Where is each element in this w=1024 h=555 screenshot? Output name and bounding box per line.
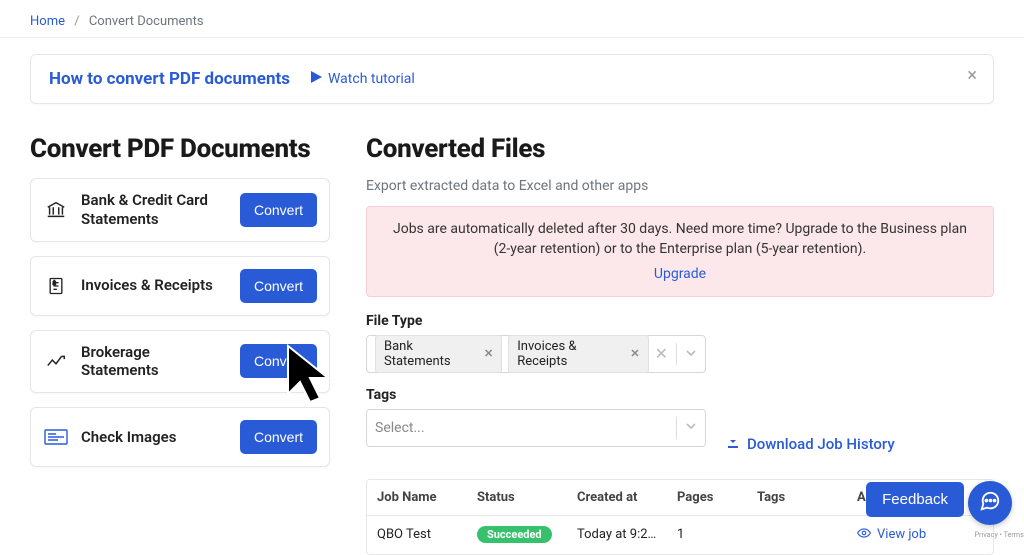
divider (676, 343, 677, 365)
doc-card-label: Bank & Credit Card Statements (81, 191, 228, 229)
convert-button[interactable]: Convert (240, 193, 317, 227)
svg-text:$: $ (53, 280, 56, 287)
retention-alert: Jobs are automatically deleted after 30 … (366, 206, 994, 297)
chip-remove-icon[interactable]: ✕ (630, 347, 639, 360)
tutorial-title: How to convert PDF documents (49, 69, 290, 89)
breadcrumb-sep: / (74, 14, 79, 29)
brokerage-icon (43, 350, 69, 372)
th-status: Status (467, 480, 567, 515)
convert-button[interactable]: Convert (240, 269, 317, 303)
feedback-button[interactable]: Feedback (866, 482, 964, 517)
upgrade-link[interactable]: Upgrade (654, 264, 706, 284)
td-actions: View job (847, 516, 967, 554)
chip-label: Invoices & Receipts (517, 339, 624, 369)
doc-card-label: Invoices & Receipts (81, 276, 228, 295)
download-history-label: Download Job History (747, 435, 895, 453)
download-icon (726, 435, 740, 453)
status-badge: Succeeded (477, 526, 552, 543)
doc-card-bank: Bank & Credit Card Statements Convert (30, 178, 330, 242)
bank-icon (43, 199, 69, 221)
check-image-icon (43, 429, 69, 445)
td-created: Today at 9:26 … (567, 517, 667, 552)
download-history-link[interactable]: Download Job History (726, 435, 895, 453)
tags-placeholder: Select... (375, 420, 425, 436)
breadcrumb-current: Convert Documents (89, 14, 204, 29)
convert-button[interactable]: Convert (240, 420, 317, 454)
clear-all-icon[interactable]: ✕ (655, 344, 668, 363)
play-icon (310, 71, 322, 87)
doc-card-label: Check Images (81, 428, 228, 447)
convert-heading: Convert PDF Documents (30, 134, 330, 164)
view-job-link[interactable]: View job (857, 526, 926, 544)
chevron-down-icon[interactable] (685, 344, 697, 363)
th-created: Created at (567, 480, 667, 515)
divider (676, 417, 677, 439)
chip-remove-icon[interactable]: ✕ (484, 347, 493, 360)
converted-subtitle: Export extracted data to Excel and other… (366, 178, 994, 194)
chevron-down-icon[interactable] (685, 420, 697, 436)
tutorial-banner: How to convert PDF documents Watch tutor… (30, 54, 994, 104)
breadcrumb: Home / Convert Documents (0, 0, 1024, 38)
doc-card-invoices: $ Invoices & Receipts Convert (30, 256, 330, 316)
th-tags: Tags (747, 480, 847, 515)
td-tags (747, 525, 847, 545)
chip-label: Bank Statements (384, 339, 478, 369)
convert-panel: Convert PDF Documents Bank & Credit Card… (30, 134, 330, 481)
view-job-label: View job (877, 527, 926, 542)
breadcrumb-home[interactable]: Home (30, 14, 65, 29)
convert-button[interactable]: Convert (240, 344, 317, 378)
doc-card-check: Check Images Convert (30, 407, 330, 467)
filetype-label: File Type (366, 313, 994, 329)
td-jobname: QBO Test (367, 517, 467, 552)
recaptcha-badge: Privacy • Terms (975, 531, 1024, 539)
chat-icon (979, 490, 1001, 516)
watch-tutorial-label: Watch tutorial (328, 71, 415, 87)
th-jobname: Job Name (367, 480, 467, 515)
th-pages: Pages (667, 480, 747, 515)
alert-text: Jobs are automatically deleted after 30 … (393, 221, 967, 257)
watch-tutorial-link[interactable]: Watch tutorial (310, 71, 415, 87)
chat-bubble-button[interactable] (968, 481, 1012, 525)
eye-icon (857, 526, 871, 544)
doc-card-label: Brokerage Statements (81, 343, 228, 381)
tags-label: Tags (366, 387, 706, 403)
td-status: Succeeded (467, 516, 567, 553)
close-icon[interactable]: × (967, 67, 977, 85)
converted-heading: Converted Files (366, 134, 994, 164)
td-pages: 1 (667, 517, 747, 552)
doc-card-brokerage: Brokerage Statements Convert (30, 330, 330, 394)
invoice-icon: $ (43, 275, 69, 297)
filetype-chip: Invoices & Receipts ✕ (508, 335, 648, 373)
filetype-chip: Bank Statements ✕ (375, 335, 502, 373)
table-row: QBO Test Succeeded Today at 9:26 … 1 Vie… (367, 516, 993, 554)
tags-select[interactable]: Select... (366, 409, 706, 447)
filetype-select[interactable]: Bank Statements ✕ Invoices & Receipts ✕ … (366, 335, 706, 373)
